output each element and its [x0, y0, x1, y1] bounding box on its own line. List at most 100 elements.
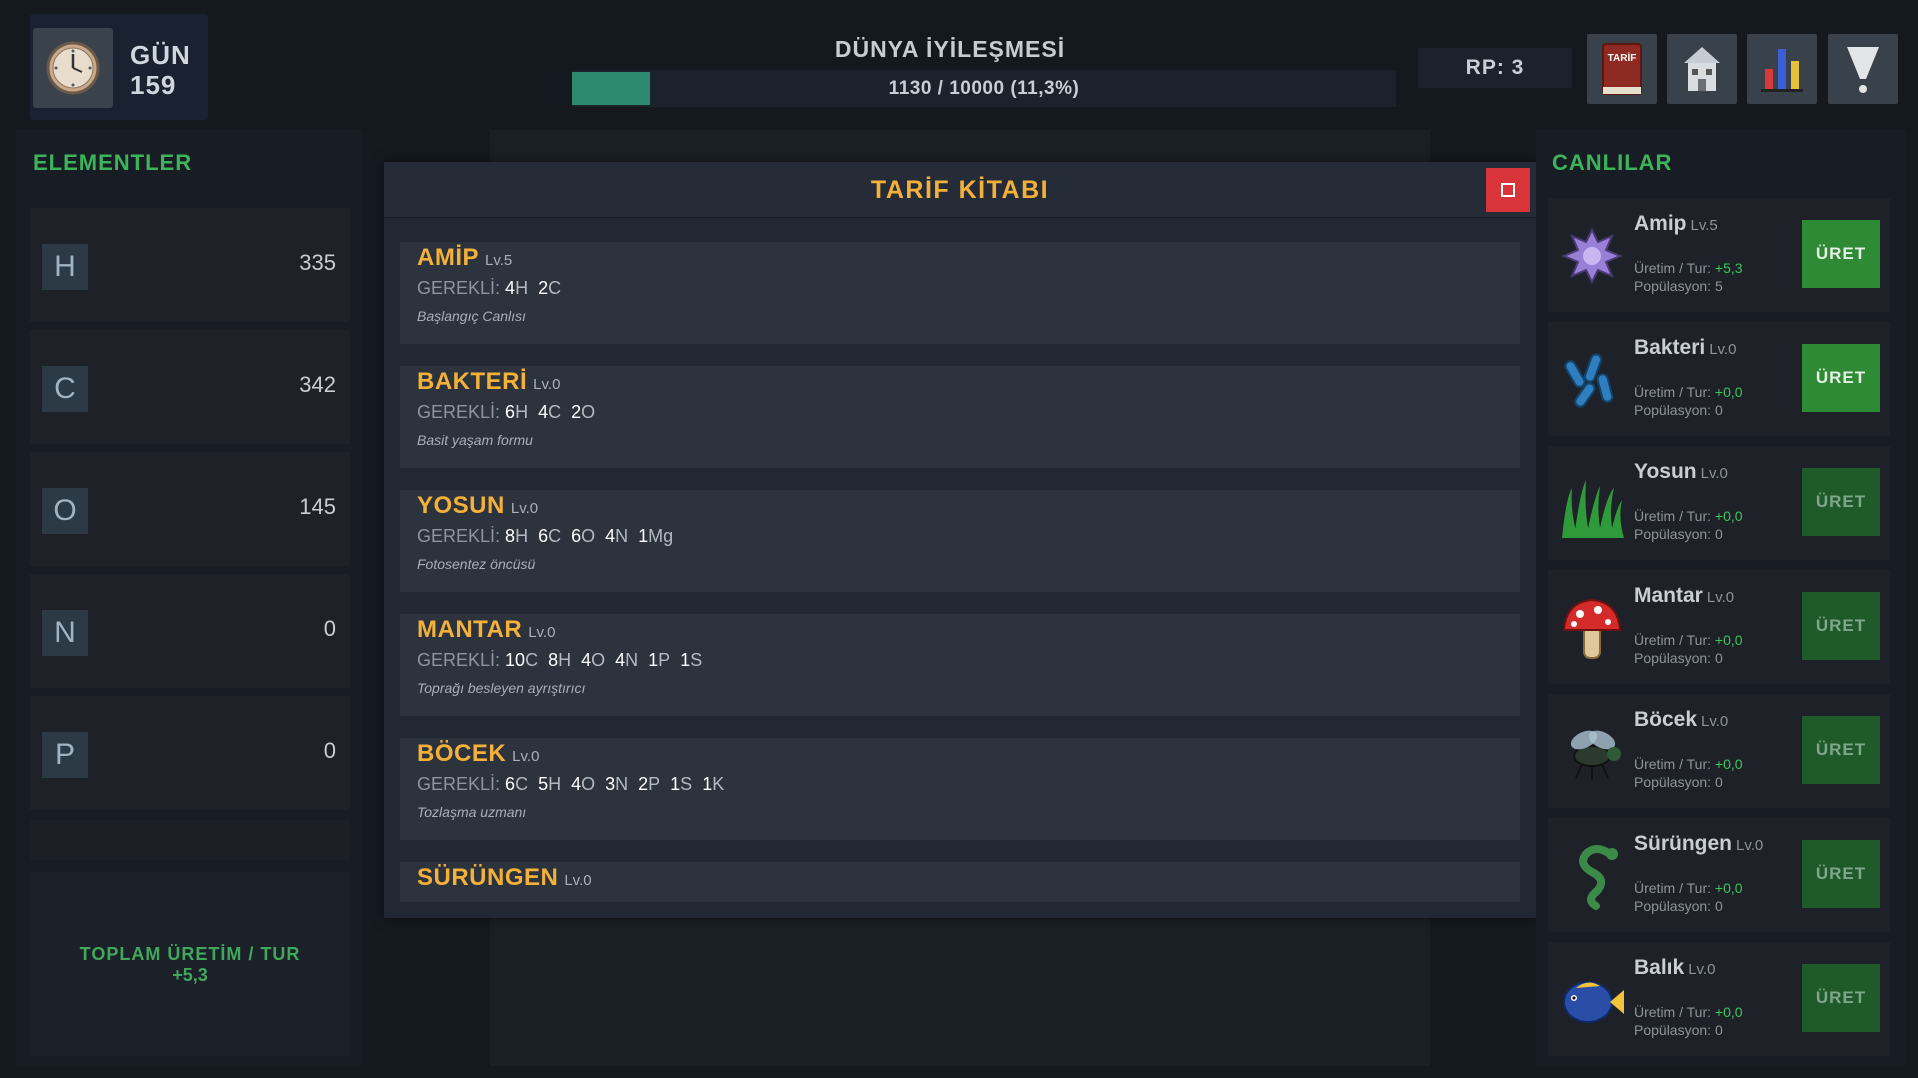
buildings-button[interactable] [1667, 34, 1737, 104]
creature-population: Popülasyon: 0 [1634, 526, 1723, 542]
recipe-book-modal: TARİF KİTABI AMİP Lv.5 GEREKLİ: 4H 2C Başl… [384, 162, 1536, 918]
element-row: O 145 [30, 452, 350, 566]
creature-name: Sürüngen Lv.0 [1634, 832, 1764, 855]
produce-button[interactable]: ÜRET [1802, 716, 1880, 784]
recipe-name: AMİP Lv.5 [417, 244, 513, 271]
recipe-level: Lv.0 [510, 500, 539, 517]
total-production: TOPLAM ÜRETİM / TUR +5,3 [30, 872, 350, 1056]
creature-population: Popülasyon: 5 [1634, 278, 1723, 294]
creature-name: Bakteri Lv.0 [1634, 336, 1737, 359]
recipe-level: Lv.0 [533, 376, 561, 393]
recipe-level: Lv.5 [485, 252, 513, 269]
day-counter: GÜN 159 [30, 14, 208, 120]
recipe-list[interactable]: AMİP Lv.5 GEREKLİ: 4H 2C Başlangıç Canlısı… [400, 242, 1520, 902]
recipe-card: MANTAR Lv.0 GEREKLİ: 10C 8H 4O 4N 1P 1S Toprağ… [400, 614, 1520, 716]
funnel-icon [1847, 47, 1879, 93]
requirement-item: 4N [615, 650, 639, 670]
total-production-label: TOPLAM ÜRETİM / TUR [79, 944, 301, 964]
creature-row: Amip Lv.5 Üretim / Tur: +5,3 Popülasyon: 5 Ü… [1548, 198, 1890, 312]
creature-production: Üretim / Tur: +0,0 [1634, 508, 1743, 524]
element-row: P 0 [30, 696, 350, 810]
creature-level: Lv.0 [1706, 589, 1735, 606]
element-symbol: C [42, 366, 88, 412]
day-value: 159 [130, 70, 177, 100]
requirement-item: 4O [571, 774, 596, 794]
element-amount: 145 [299, 494, 336, 519]
creature-production: Üretim / Tur: +0,0 [1634, 756, 1743, 772]
elements-title: ELEMENTLER [33, 150, 193, 175]
creature-production: Üretim / Tur: +0,0 [1634, 384, 1743, 400]
requirement-item: 1S [670, 774, 693, 794]
requirement-item: 8H [548, 650, 572, 670]
recipe-requirements: GEREKLİ: 6H 4C 2O [417, 402, 596, 422]
recipe-name: MANTAR Lv.0 [417, 616, 556, 643]
filter-button[interactable] [1828, 34, 1898, 104]
creature-name: Yosun Lv.0 [1634, 460, 1728, 483]
creature-level: Lv.0 [1701, 713, 1729, 730]
element-amount: 0 [323, 616, 336, 641]
creature-population: Popülasyon: 0 [1634, 402, 1723, 418]
requirement-item: 2C [538, 278, 562, 298]
close-icon [1501, 183, 1515, 197]
creature-row: Böcek Lv.0 Üretim / Tur: +0,0 Popülasyon: 0… [1548, 694, 1890, 808]
element-row: C 342 [30, 330, 350, 444]
snake-icon [1556, 840, 1628, 912]
recipe-requirements: GEREKLİ: 4H 2C [417, 278, 562, 298]
recipe-level: Lv.0 [564, 872, 592, 889]
total-production-value: +5,3 [172, 965, 208, 985]
element-amount: 335 [299, 250, 336, 275]
bar-chart-icon [1761, 49, 1803, 92]
element-symbol: N [42, 610, 88, 656]
recipe-card: AMİP Lv.5 GEREKLİ: 4H 2C Başlangıç Canlısı [400, 242, 1520, 344]
progress-text: 1130 / 10000 (11,3%) [888, 78, 1080, 99]
elements-panel: ELEMENTLER H 335 C 342 O 145 N 0 P 0 TOP… [16, 130, 362, 1066]
produce-button[interactable]: ÜRET [1802, 220, 1880, 288]
recipe-description: Toprağı besleyen ayrıştırıcı [417, 680, 586, 696]
requirement-item: 1P [648, 650, 671, 670]
creature-name: Amip Lv.5 [1634, 212, 1718, 235]
element-amount: 0 [323, 738, 336, 763]
requirement-item: 10C [505, 650, 539, 670]
creature-name: Böcek Lv.0 [1634, 708, 1729, 731]
recipe-level: Lv.0 [512, 748, 540, 765]
fish-icon [1556, 964, 1628, 1036]
statistics-button[interactable] [1747, 34, 1817, 104]
produce-button[interactable]: ÜRET [1802, 964, 1880, 1032]
creature-level: Lv.0 [1709, 341, 1737, 358]
produce-button[interactable]: ÜRET [1802, 468, 1880, 536]
creature-production: Üretim / Tur: +0,0 [1634, 632, 1743, 648]
produce-button[interactable]: ÜRET [1802, 840, 1880, 908]
world-recovery-title: DÜNYA İYİLEŞMESİ [834, 36, 1066, 62]
creature-level: Lv.0 [1688, 961, 1716, 978]
requirement-item: 4H [505, 278, 529, 298]
world-recovery-progress-bar: 1130 / 10000 (11,3%) [572, 70, 1396, 107]
produce-button[interactable]: ÜRET [1802, 592, 1880, 660]
creature-production: Üretim / Tur: +0,0 [1634, 880, 1743, 896]
requirement-item: 6O [571, 526, 596, 546]
close-button[interactable] [1486, 168, 1530, 212]
requirement-item: 2P [638, 774, 661, 794]
produce-button[interactable]: ÜRET [1802, 344, 1880, 412]
modal-header: TARİF KİTABI [384, 162, 1536, 218]
requirement-item: 3N [605, 774, 629, 794]
recipe-card: BÖCEK Lv.0 GEREKLİ: 6C 5H 4O 3N 2P 1S 1K Tozlaş… [400, 738, 1520, 840]
recipe-level: Lv.0 [528, 624, 556, 641]
creature-row: Yosun Lv.0 Üretim / Tur: +0,0 Popülasyon: 0… [1548, 446, 1890, 560]
recipe-name: BAKTERİ Lv.0 [417, 368, 561, 395]
recipe-book-button[interactable]: TARİF [1587, 34, 1657, 104]
creature-level: Lv.0 [1736, 837, 1764, 854]
book-icon: TARİF [1602, 43, 1642, 95]
recipe-description: Tozlaşma uzmanı [417, 804, 527, 820]
creature-level: Lv.5 [1690, 217, 1718, 234]
element-row: H 335 [30, 208, 350, 322]
creature-row: Bakteri Lv.0 Üretim / Tur: +0,0 Popülasyon:… [1548, 322, 1890, 436]
house-icon [1684, 47, 1720, 91]
creature-row: Sürüngen Lv.0 Üretim / Tur: +0,0 Popülasyon… [1548, 818, 1890, 932]
creature-level: Lv.0 [1700, 465, 1728, 482]
recipe-requirements: GEREKLİ: 6C 5H 4O 3N 2P 1S 1K [417, 774, 725, 794]
recipe-requirements: GEREKLİ: 10C 8H 4O 4N 1P 1S [417, 650, 703, 670]
recipe-card: SÜRÜNGEN Lv.0 [400, 862, 1520, 902]
requirement-item: 6C [538, 526, 562, 546]
fly-icon [1556, 716, 1628, 788]
requirement-item: 8H [505, 526, 529, 546]
